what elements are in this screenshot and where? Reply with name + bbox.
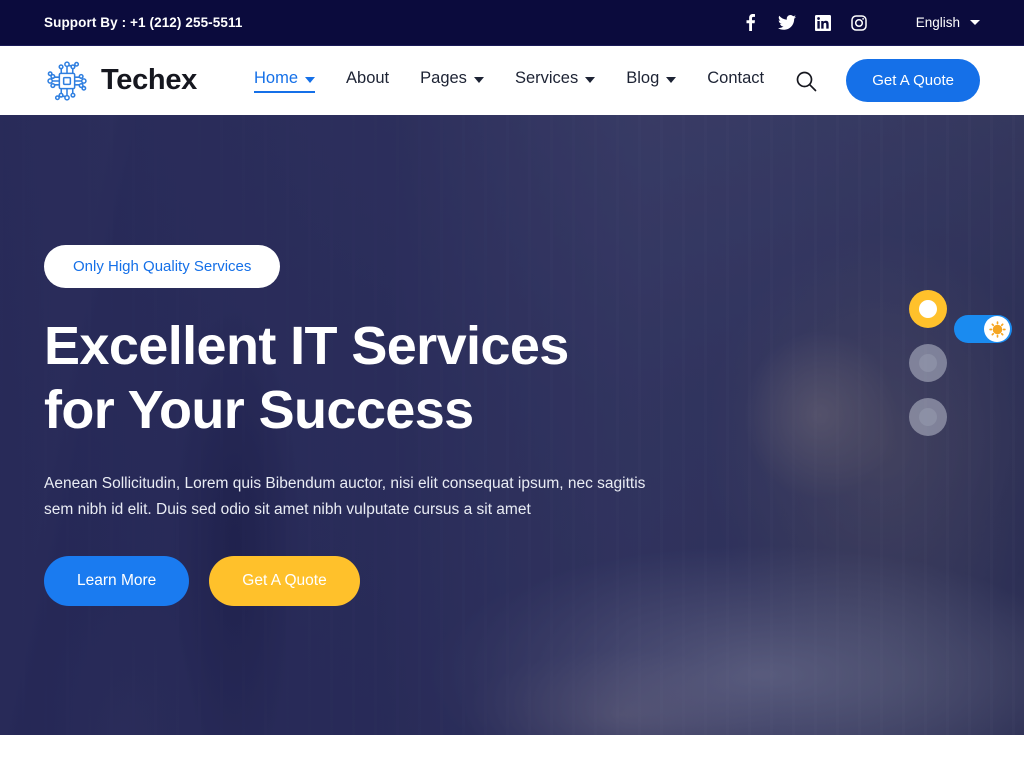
hero-title: Excellent IT Services for Your Success <box>44 314 700 443</box>
nav-item-home[interactable]: Home <box>254 69 316 93</box>
nav-label: Blog <box>626 69 660 87</box>
nav-item-blog[interactable]: Blog <box>626 69 677 92</box>
hero-cta-group: Learn More Get A Quote <box>44 555 700 606</box>
nav-item-contact[interactable]: Contact <box>707 69 764 92</box>
slider-dot-1[interactable] <box>909 290 947 328</box>
nav-item-pages[interactable]: Pages <box>420 69 484 92</box>
hero-section: Only High Quality Services Excellent IT … <box>0 115 1024 735</box>
header-actions: Get A Quote <box>794 59 980 102</box>
nav-label: Services <box>514 69 579 87</box>
chevron-down-icon <box>473 76 484 83</box>
top-bar-right: English <box>742 14 980 32</box>
support-phone-text: Support By : +1 (212) 255-5511 <box>44 15 243 30</box>
language-label: English <box>915 15 960 30</box>
facebook-icon[interactable] <box>742 14 760 32</box>
theme-mode-toggle[interactable] <box>954 315 1012 343</box>
hero-badge[interactable]: Only High Quality Services <box>44 245 281 288</box>
learn-more-button[interactable]: Learn More <box>44 555 190 606</box>
linkedin-icon[interactable] <box>814 14 832 32</box>
page-bottom-spacer <box>0 735 1024 768</box>
hero-description: Aenean Sollicitudin, Lorem quis Bibendum… <box>44 474 646 519</box>
hero-content: Only High Quality Services Excellent IT … <box>0 115 700 606</box>
chevron-down-icon <box>666 76 677 83</box>
social-links <box>742 14 868 32</box>
nav-item-services[interactable]: Services <box>514 69 596 92</box>
top-bar: Support By : +1 (212) 255-5511 English <box>0 0 1024 46</box>
nav-label: About <box>346 69 390 87</box>
twitter-icon[interactable] <box>777 14 796 32</box>
search-icon[interactable] <box>794 69 818 93</box>
circuit-chip-icon <box>47 60 87 101</box>
slider-dot-3[interactable] <box>909 398 947 436</box>
site-header: Techex Home About Pages Services Blog Co… <box>0 46 1024 115</box>
main-navigation: Home About Pages Services Blog Contact <box>254 69 764 93</box>
hero-slider-pagination <box>909 290 947 436</box>
get-a-quote-button[interactable]: Get A Quote <box>846 59 980 102</box>
hero-title-line-1: Excellent IT Services <box>44 316 569 376</box>
nav-label: Home <box>254 69 299 87</box>
brand-logo[interactable]: Techex <box>44 59 197 103</box>
hero-get-a-quote-button[interactable]: Get A Quote <box>209 555 360 606</box>
sun-icon <box>988 320 1006 338</box>
nav-item-about[interactable]: About <box>346 69 389 92</box>
toggle-knob <box>984 316 1010 342</box>
instagram-icon[interactable] <box>850 14 868 32</box>
slider-dot-2[interactable] <box>909 344 947 382</box>
nav-label: Pages <box>420 69 467 87</box>
chevron-down-icon <box>585 76 596 83</box>
brand-name: Techex <box>101 64 197 96</box>
language-selector[interactable]: English <box>916 15 980 30</box>
nav-label: Contact <box>707 69 765 87</box>
hero-title-line-2: for Your Success <box>44 380 474 441</box>
chevron-down-icon <box>970 20 980 25</box>
chevron-down-icon <box>305 76 316 83</box>
